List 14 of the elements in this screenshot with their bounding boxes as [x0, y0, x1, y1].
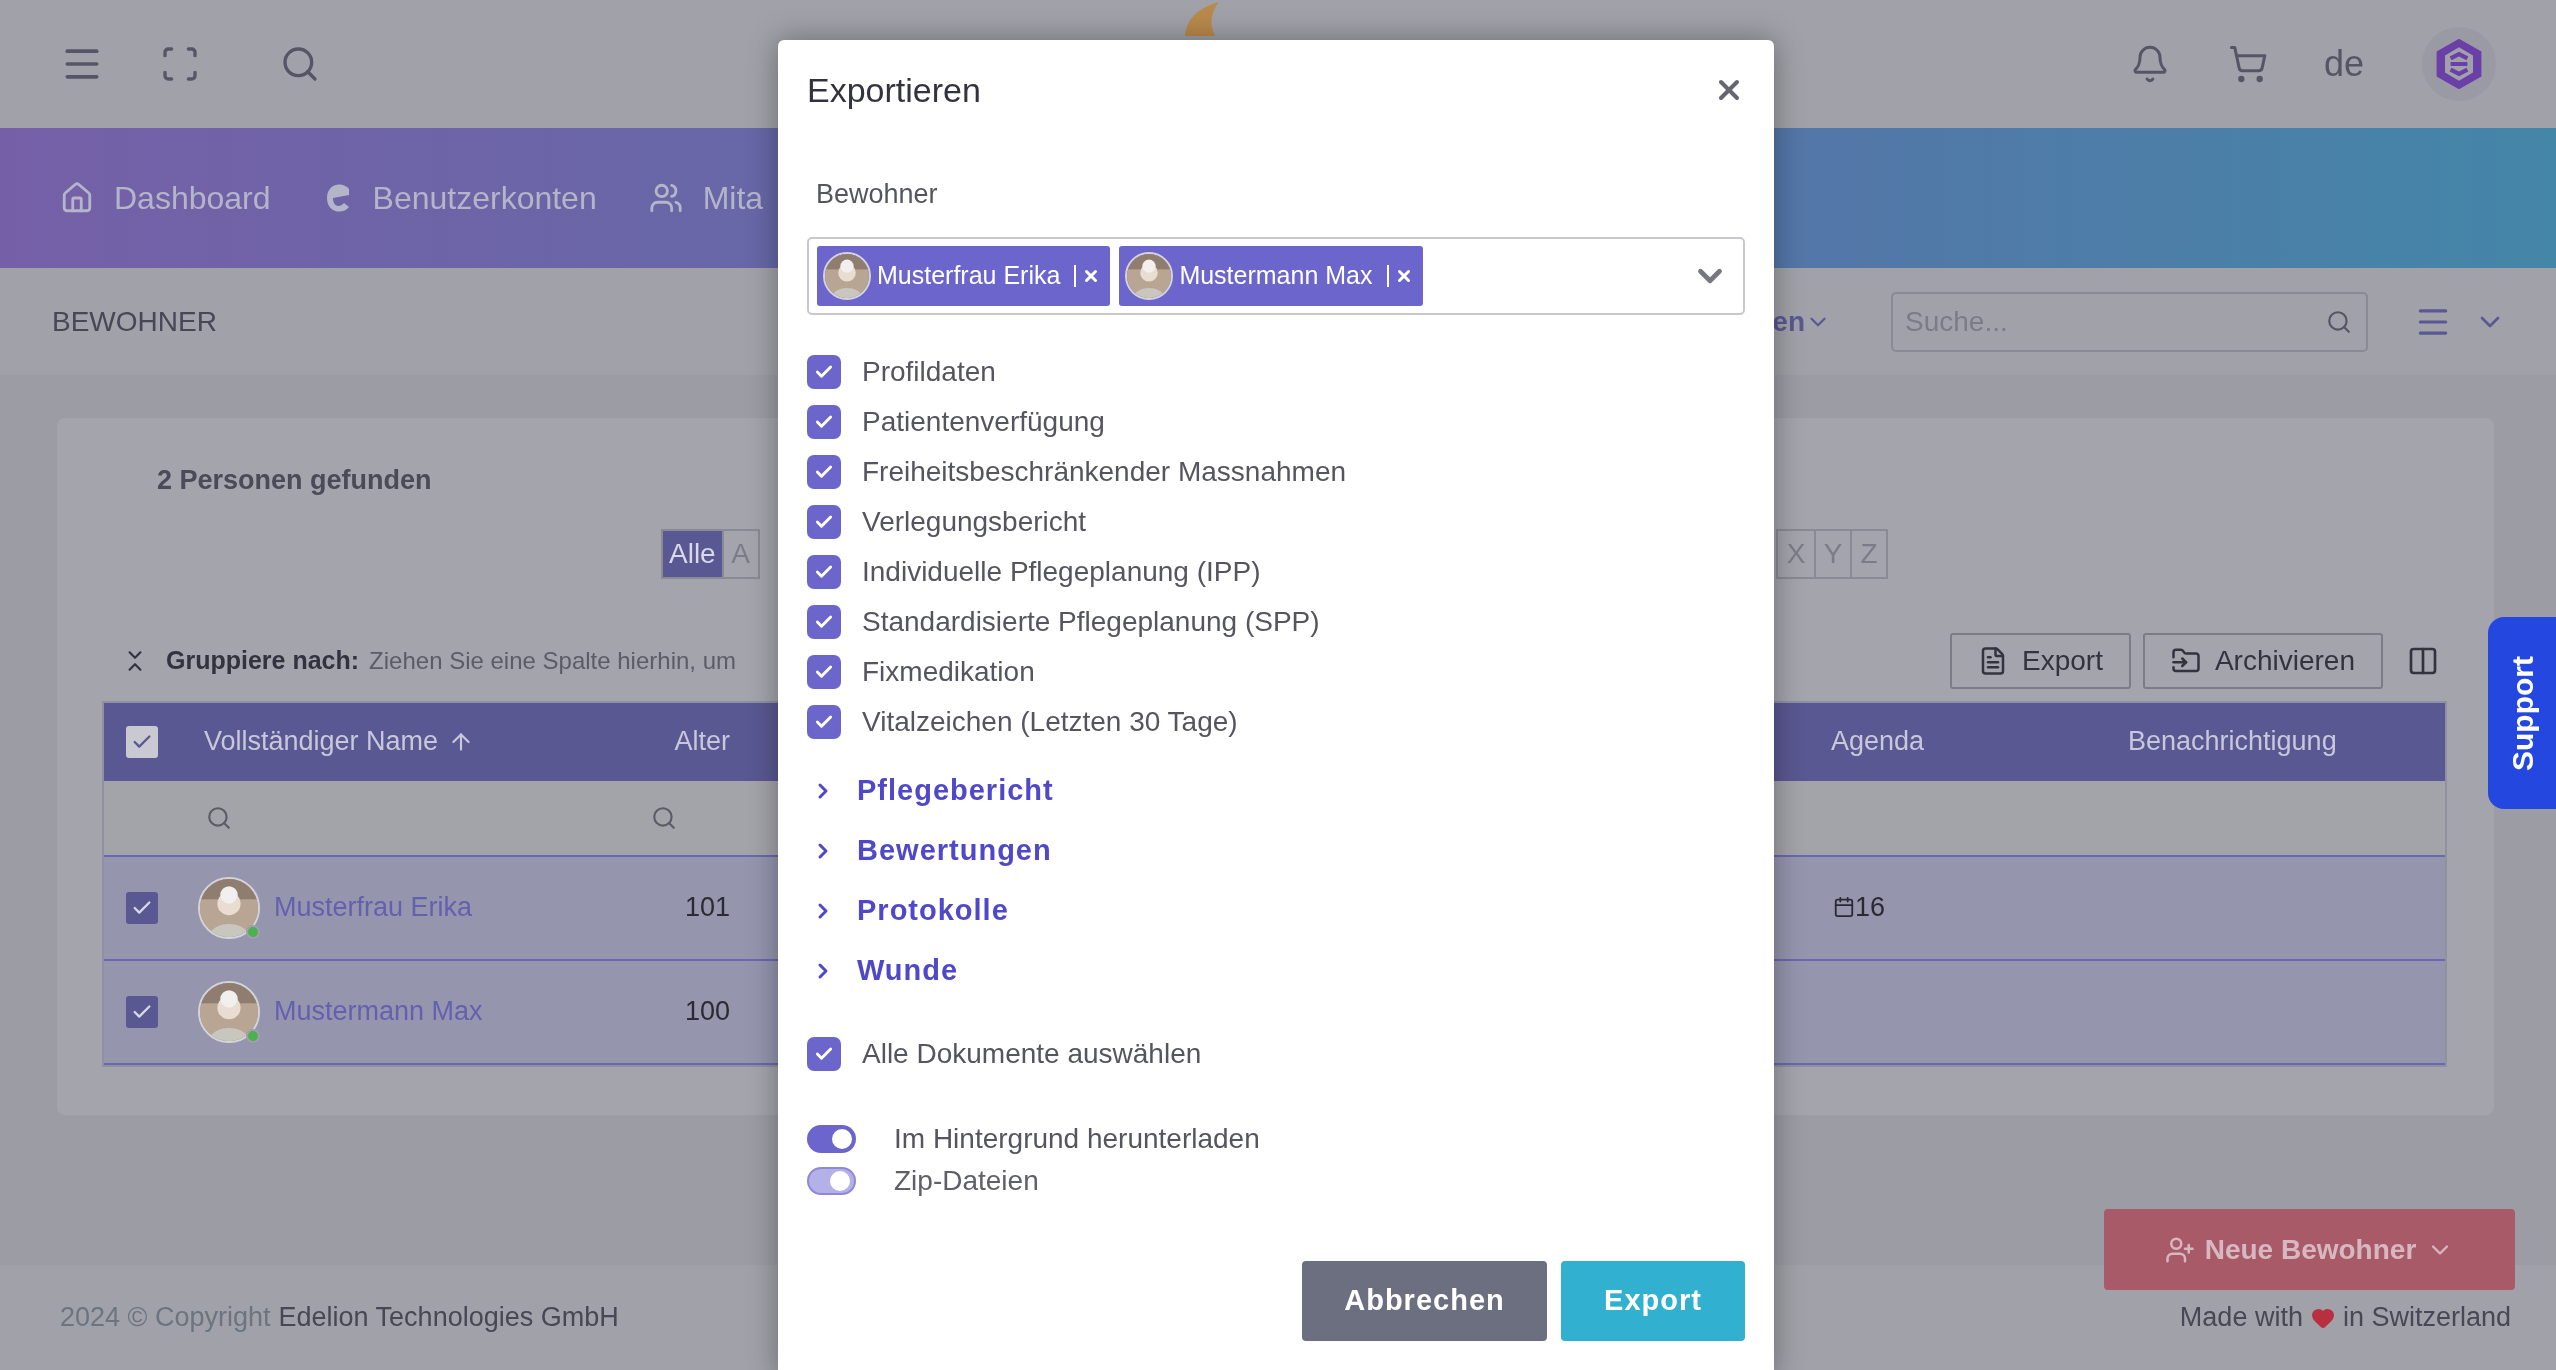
table-cell-text: 16 [1855, 891, 1886, 925]
dialog-title: Exportieren [807, 69, 981, 111]
company-name: Edelion Technologies GmbH [278, 1301, 619, 1335]
table-cell-text: 100 [683, 995, 731, 1029]
table-cell-text: 101 [683, 891, 731, 925]
group-by-hint: Ziehen Sie eine Spalte hierhin, um [369, 645, 736, 676]
toggle-label: Im Hintergrund herunterladen [894, 1121, 1260, 1156]
toggle-label: Zip-Dateien [894, 1163, 1039, 1198]
page-title: BEWOHNER [52, 304, 217, 339]
field-label: Bewohner [816, 178, 939, 211]
made-with-text: Made with [2179, 1301, 2303, 1335]
results-count: 2 Personen gefunden [157, 464, 432, 497]
group-by-label: Gruppiere nach: [166, 644, 360, 676]
made-in-text: in Switzerland [2342, 1301, 2511, 1335]
